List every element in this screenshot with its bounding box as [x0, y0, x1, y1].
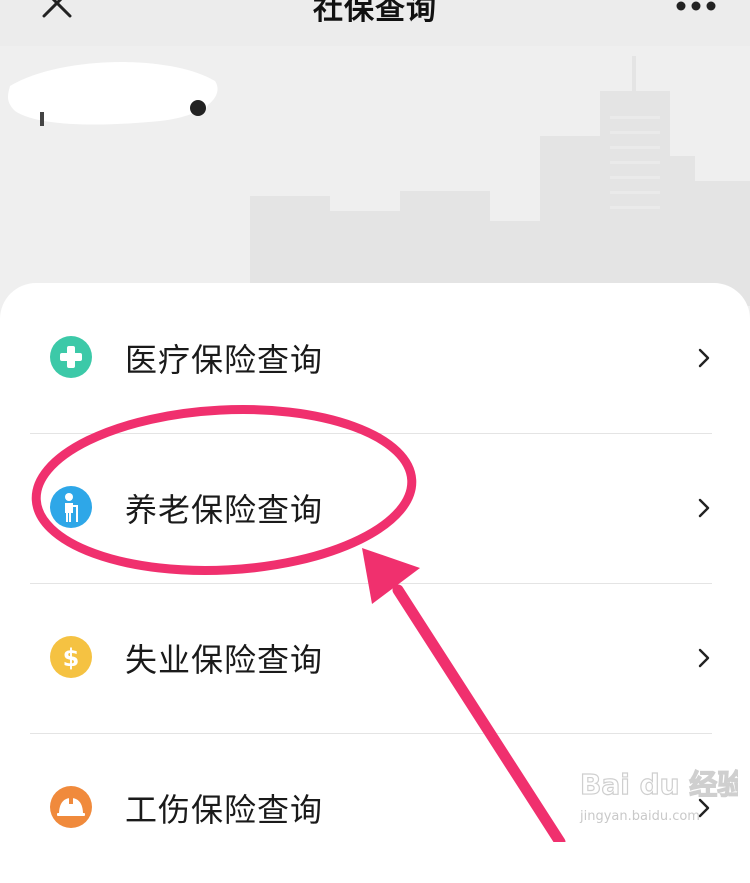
menu-item-unemployment-insurance[interactable]: $ 失业保险查询: [0, 583, 750, 733]
medical-cross-icon: [50, 336, 92, 378]
menu-item-label: 养老保险查询: [125, 491, 324, 529]
menu-item-pension-insurance[interactable]: 养老保险查询: [0, 433, 750, 583]
chevron-right-icon: [698, 498, 710, 518]
hero-banner: [0, 46, 750, 306]
menu-item-label: 医疗保险查询: [125, 341, 324, 379]
svg-text:$: $: [63, 644, 80, 672]
page-title: 社保查询: [313, 0, 437, 27]
elderly-person-icon: [50, 486, 92, 528]
menu-item-label: 工伤保险查询: [125, 791, 324, 829]
more-icon: [676, 1, 716, 11]
baidu-jingyan-watermark: Bai du 经验 jingyan.baidu.com: [578, 758, 746, 828]
menu-item-medical-insurance[interactable]: 医疗保险查询: [0, 283, 750, 433]
chevron-right-icon: [698, 348, 710, 368]
top-bar: 社保查询: [0, 0, 750, 46]
chevron-right-icon: [698, 648, 710, 668]
watermark-url: jingyan.baidu.com: [579, 809, 700, 824]
helmet-icon: [50, 786, 92, 828]
more-button[interactable]: [674, 0, 718, 12]
menu-item-label: 失业保险查询: [125, 641, 324, 679]
redacted-user-name: [7, 62, 218, 126]
watermark-brand: Bai du 经验: [580, 768, 738, 801]
dollar-icon: $: [50, 636, 92, 678]
